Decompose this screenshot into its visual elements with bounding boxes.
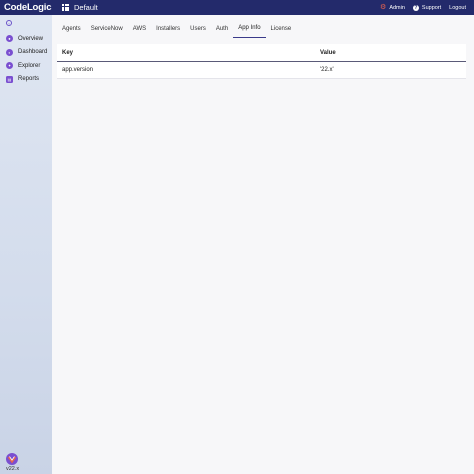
table-header: Key Value <box>57 44 466 62</box>
sidebar-item-explorer[interactable]: ✦ Explorer <box>0 59 52 73</box>
tab-aws[interactable]: AWS <box>128 19 151 38</box>
collapse-sidebar-icon[interactable]: ‹ <box>6 20 12 26</box>
tab-servicenow[interactable]: ServiceNow <box>86 19 128 38</box>
app-info-table: Key Value app.version '22.x' <box>57 44 466 79</box>
dashboard-icon: ◐ <box>6 48 13 56</box>
tab-agents[interactable]: Agents <box>57 19 86 38</box>
sidebar-item-dashboard[interactable]: ◐ Dashboard <box>0 46 52 60</box>
sidebar-item-label: Dashboard <box>18 49 48 56</box>
column-header-key[interactable]: Key <box>57 50 315 56</box>
top-right-links: ⚙ Admin ? Support Logout <box>372 4 466 11</box>
sidebar-item-label: Reports <box>18 76 40 83</box>
overview-icon: ● <box>6 35 13 43</box>
admin-label: Admin <box>389 4 405 11</box>
sidebar-item-overview[interactable]: ● Overview <box>0 32 52 46</box>
top-bar: CodeLogic Default ⚙ Admin ? Support Logo… <box>0 0 474 15</box>
table-cell-value: '22.x' <box>320 67 334 73</box>
sidebar-item-label: Explorer <box>18 62 41 69</box>
workspace-selector[interactable]: Default <box>74 3 98 12</box>
brand-logo[interactable]: CodeLogic <box>4 2 56 13</box>
logout-label: Logout <box>449 4 466 11</box>
tab-installers[interactable]: Installers <box>151 19 185 38</box>
support-label: Support <box>421 4 442 11</box>
table-row: app.version '22.x' <box>57 62 466 79</box>
version-label: v22.x <box>6 466 20 472</box>
admin-link[interactable]: ⚙ Admin <box>380 4 405 11</box>
sidebar-item-label: Overview <box>18 35 44 42</box>
logout-link[interactable]: Logout <box>449 5 466 11</box>
reports-icon: ▤ <box>6 75 13 83</box>
tab-users[interactable]: Users <box>185 19 211 38</box>
tab-license[interactable]: License <box>266 19 297 38</box>
tab-app-info[interactable]: App Info <box>233 19 266 38</box>
codelogic-mark-icon <box>6 453 18 465</box>
apps-grid-icon[interactable] <box>62 4 69 11</box>
explorer-icon: ✦ <box>6 62 13 70</box>
settings-tabs: Agents ServiceNow AWS Installers Users A… <box>57 19 296 38</box>
table-cell-key: app.version <box>62 67 94 73</box>
sidebar-item-reports[interactable]: ▤ Reports <box>0 73 52 87</box>
help-icon: ? <box>412 4 419 11</box>
sidebar-nav: ● Overview ◐ Dashboard ✦ Explorer ▤ Repo… <box>0 32 52 86</box>
tab-auth[interactable]: Auth <box>211 19 233 38</box>
column-header-value[interactable]: Value <box>315 50 466 56</box>
sidebar: ‹ ● Overview ◐ Dashboard ✦ Explorer ▤ Re… <box>0 15 52 474</box>
gear-icon: ⚙ <box>380 4 387 11</box>
support-link[interactable]: ? Support <box>412 4 442 11</box>
